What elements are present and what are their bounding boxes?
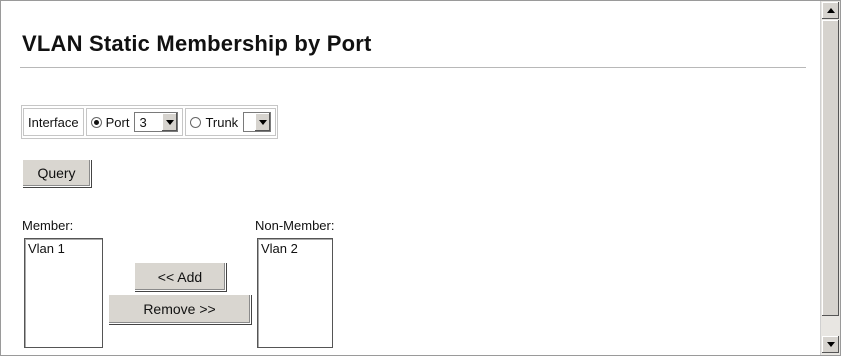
interface-selector: Interface Port 3 Trunk xyxy=(21,105,279,139)
scroll-up-icon[interactable] xyxy=(822,2,839,19)
non-member-label: Non-Member: xyxy=(255,218,335,233)
port-radio-label: Port xyxy=(105,114,130,130)
port-option-cell: Port 3 xyxy=(85,108,184,136)
vertical-scrollbar[interactable] xyxy=(820,1,840,355)
scroll-down-icon[interactable] xyxy=(822,336,839,353)
member-listbox[interactable]: Vlan 1 xyxy=(24,238,103,348)
port-select[interactable]: 3 xyxy=(134,112,179,132)
browser-window: VLAN Static Membership by Port Interface… xyxy=(0,0,841,356)
list-item[interactable]: Vlan 1 xyxy=(28,241,99,256)
title-divider xyxy=(20,67,806,68)
scrollbar-thumb[interactable] xyxy=(822,20,839,316)
interface-label: Interface xyxy=(23,108,84,136)
port-select-value: 3 xyxy=(139,114,147,130)
non-member-listbox[interactable]: Vlan 2 xyxy=(257,238,333,348)
trunk-radio[interactable] xyxy=(190,116,202,128)
port-radio[interactable] xyxy=(90,116,102,128)
trunk-select[interactable] xyxy=(243,112,272,132)
member-label: Member: xyxy=(22,218,74,233)
remove-button[interactable]: Remove >> xyxy=(108,294,251,324)
trunk-option-cell: Trunk xyxy=(185,108,277,136)
chevron-down-icon[interactable] xyxy=(161,113,178,131)
query-button[interactable]: Query xyxy=(22,159,91,187)
page-title: VLAN Static Membership by Port xyxy=(22,31,372,56)
chevron-down-icon[interactable] xyxy=(254,113,271,131)
list-item[interactable]: Vlan 2 xyxy=(261,241,329,256)
page-content: VLAN Static Membership by Port Interface… xyxy=(1,1,818,355)
trunk-radio-label: Trunk xyxy=(205,114,239,130)
add-button[interactable]: << Add xyxy=(134,262,226,291)
